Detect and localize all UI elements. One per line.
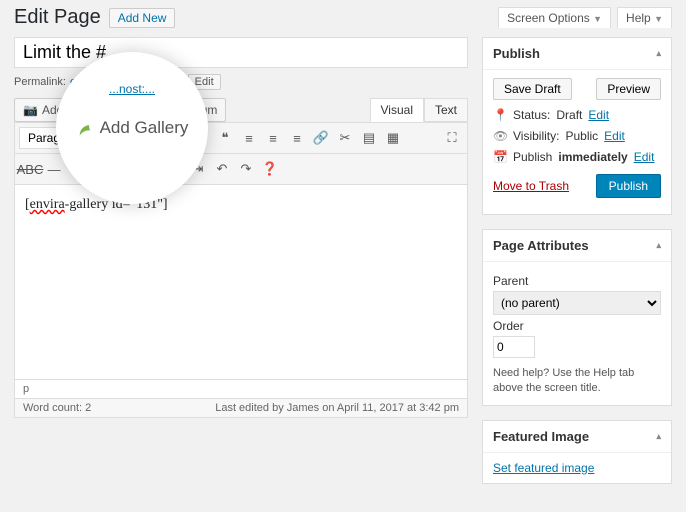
edit-visibility-link[interactable]: Edit <box>604 129 625 143</box>
page-title: Edit Page <box>14 6 101 29</box>
parent-label: Parent <box>493 274 661 288</box>
pin-icon: 📍 <box>493 108 507 122</box>
publish-button[interactable]: Publish <box>596 174 661 198</box>
publish-heading: Publish <box>493 46 540 61</box>
preview-button[interactable]: Preview <box>596 78 661 100</box>
add-new-button[interactable]: Add New <box>109 8 176 28</box>
quote-icon[interactable]: ❝ <box>214 127 236 149</box>
magnifier-overlay: ...nost:... Add Gallery <box>56 52 208 204</box>
featured-image-heading: Featured Image <box>493 429 589 444</box>
order-input[interactable] <box>493 336 535 358</box>
order-label: Order <box>493 319 661 333</box>
readmore-icon[interactable]: ▤ <box>358 127 380 149</box>
word-count: Word count: 2 <box>23 402 91 414</box>
hr-icon[interactable]: — <box>43 158 65 180</box>
align-center-icon[interactable]: ≡ <box>262 127 284 149</box>
permalink-label: Permalink: <box>14 76 66 88</box>
leaf-icon <box>76 119 94 137</box>
align-left-icon[interactable]: ≡ <box>238 127 260 149</box>
calendar-icon: 📅 <box>493 150 507 164</box>
magnified-permalink: ...nost:... <box>109 82 155 96</box>
set-featured-image-link[interactable]: Set featured image <box>493 461 594 475</box>
move-to-trash-link[interactable]: Move to Trash <box>493 179 569 193</box>
eye-icon: 👁 <box>493 129 507 143</box>
undo-icon[interactable]: ↶ <box>211 158 233 180</box>
edit-schedule-link[interactable]: Edit <box>634 150 655 164</box>
tab-text[interactable]: Text <box>424 98 468 122</box>
attributes-help-text: Need help? Use the Help tab above the sc… <box>493 366 661 397</box>
align-right-icon[interactable]: ≡ <box>286 127 308 149</box>
help-button[interactable]: Help ▼ <box>617 7 672 28</box>
toggle-icon[interactable]: ▴ <box>656 240 661 251</box>
edit-status-link[interactable]: Edit <box>588 108 609 122</box>
post-title-input[interactable] <box>14 37 468 68</box>
screen-options-button[interactable]: Screen Options ▼ <box>498 7 611 28</box>
toggle-icon[interactable]: ▴ <box>656 48 661 59</box>
page-attributes-heading: Page Attributes <box>493 238 589 253</box>
magnified-add-gallery: Add Gallery <box>100 118 189 138</box>
last-edited: Last edited by James on April 11, 2017 a… <box>215 402 459 414</box>
unlink-icon[interactable]: ✂ <box>334 127 356 149</box>
tab-visual[interactable]: Visual <box>370 98 424 122</box>
fullscreen-icon[interactable]: ⛶ <box>441 127 463 149</box>
content-editor[interactable]: [envira-gallery id="131"] <box>14 185 468 380</box>
strikethrough-icon[interactable]: ABC <box>19 158 41 180</box>
link-icon[interactable]: 🔗 <box>310 127 332 149</box>
redo-icon[interactable]: ↷ <box>235 158 257 180</box>
help-icon[interactable]: ❓ <box>259 158 281 180</box>
toggle-icon[interactable]: ▴ <box>656 431 661 442</box>
editor-path: p <box>14 380 468 399</box>
save-draft-button[interactable]: Save Draft <box>493 78 572 100</box>
toolbar-toggle-icon[interactable]: ▦ <box>382 127 404 149</box>
parent-select[interactable]: (no parent) <box>493 291 661 315</box>
